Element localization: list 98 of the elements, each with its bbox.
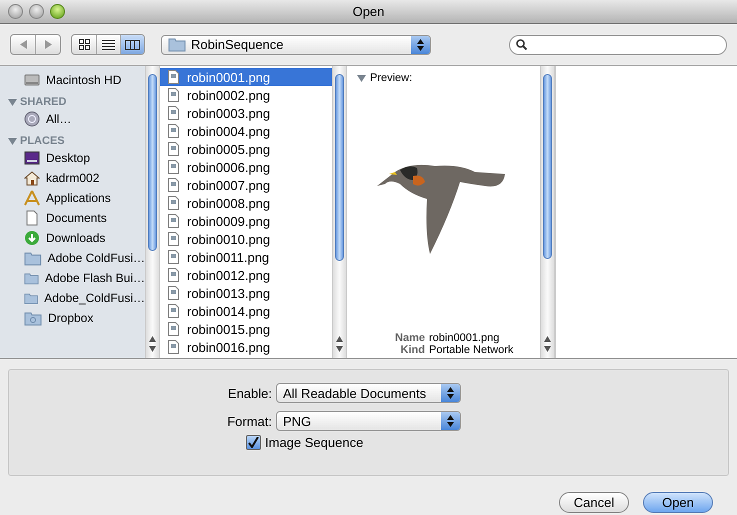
disclosure-triangle-icon[interactable]	[8, 98, 17, 106]
file-row[interactable]: robin0001.png	[160, 68, 332, 86]
folder-icon	[24, 270, 39, 286]
enable-popup[interactable]: All Readable Documents	[276, 383, 461, 403]
sidebar-item[interactable]: Adobe Flash Bui…	[0, 268, 145, 288]
file-row[interactable]: robin0011.png	[160, 248, 332, 266]
sidebar-item[interactable]: Adobe_ColdFusi…	[0, 288, 145, 308]
scroll-up-arrow-icon[interactable]	[544, 336, 551, 342]
image-file-icon	[168, 268, 179, 282]
disclosure-triangle-icon[interactable]	[357, 74, 366, 82]
sidebar-item[interactable]: kadrm002	[0, 168, 145, 188]
image-file-icon	[168, 70, 179, 84]
file-row[interactable]: robin0009.png	[160, 212, 332, 230]
file-row[interactable]: robin0013.png	[160, 284, 332, 302]
image-file-icon	[168, 160, 179, 174]
window-title: Open	[352, 4, 384, 19]
section-header: PLACES	[20, 135, 65, 147]
image-file-icon	[168, 322, 179, 336]
search-icon	[516, 39, 527, 50]
scroll-bar[interactable]	[332, 66, 347, 358]
field-label: Name	[394, 332, 425, 344]
format-popup[interactable]: PNG	[276, 411, 461, 431]
stepper-arrows-icon	[411, 36, 430, 54]
download-icon	[24, 230, 40, 246]
file-row[interactable]: robin0012.png	[160, 266, 332, 284]
scroll-bar[interactable]	[145, 66, 160, 358]
field-value: Portable Network	[429, 344, 514, 356]
zoom-button[interactable]	[50, 4, 65, 19]
file-row[interactable]: robin0004.png	[160, 122, 332, 140]
cancel-button[interactable]: Cancel	[559, 492, 629, 513]
image-file-icon	[168, 250, 179, 264]
folder-icon	[24, 290, 38, 306]
preview-header: Preview:	[370, 72, 412, 84]
image-file-icon	[168, 106, 179, 120]
image-file-icon	[168, 232, 179, 246]
file-row[interactable]: robin0002.png	[160, 86, 332, 104]
field-value: robin0001.png	[429, 332, 500, 344]
folder-icon	[168, 37, 186, 52]
file-row[interactable]: robin0006.png	[160, 158, 332, 176]
field-label: Kind	[400, 344, 425, 356]
file-row[interactable]: robin0016.png	[160, 338, 332, 356]
folder-icon	[24, 310, 42, 326]
file-row[interactable]: robin0015.png	[160, 320, 332, 338]
sidebar-item[interactable]: Downloads	[0, 228, 145, 248]
image-file-icon	[168, 142, 179, 156]
view-mode-button[interactable]	[120, 35, 144, 54]
scroll-bar[interactable]	[540, 66, 555, 358]
applications-icon	[24, 190, 40, 206]
close-button[interactable]	[8, 4, 23, 19]
location-popup[interactable]: RobinSequence	[161, 34, 431, 54]
view-mode-control[interactable]	[71, 34, 145, 55]
house-icon	[24, 170, 40, 186]
image-file-icon	[168, 196, 179, 210]
sidebar-item[interactable]: Desktop	[0, 148, 145, 168]
file-row[interactable]: robin0005.png	[160, 140, 332, 158]
sidebar-item[interactable]: Adobe ColdFusi…	[0, 248, 145, 268]
section-header: SHARED	[20, 96, 66, 108]
file-row[interactable]: robin0003.png	[160, 104, 332, 122]
list-view-icon	[102, 40, 115, 50]
stepper-arrows-icon	[441, 384, 460, 402]
open-button[interactable]: Open	[643, 492, 713, 513]
file-row[interactable]: robin0007.png	[160, 176, 332, 194]
image-file-icon	[168, 178, 179, 192]
back-forward-control[interactable]	[10, 34, 61, 55]
desktop-icon	[24, 150, 40, 166]
search-field[interactable]	[509, 34, 727, 54]
image-file-icon	[168, 124, 179, 138]
file-row[interactable]: robin0008.png	[160, 194, 332, 212]
format-label: Format:	[226, 414, 273, 428]
sidebar-item[interactable]: Dropbox	[0, 308, 145, 328]
scroll-down-arrow-icon[interactable]	[149, 346, 156, 352]
sidebar-item[interactable]: Documents	[0, 208, 145, 228]
scroll-down-arrow-icon[interactable]	[336, 346, 343, 352]
image-file-icon	[168, 286, 179, 300]
scroll-up-arrow-icon[interactable]	[149, 336, 156, 342]
document-icon	[24, 210, 40, 226]
grid-view-icon	[78, 39, 90, 50]
checkbox-label: Image Sequence	[265, 435, 364, 450]
minimize-button[interactable]	[29, 4, 44, 19]
disclosure-triangle-icon[interactable]	[8, 137, 17, 145]
file-row[interactable]: robin0010.png	[160, 230, 332, 248]
image-file-icon	[168, 88, 179, 102]
sidebar-item[interactable]: Applications	[0, 188, 145, 208]
folder-icon	[24, 250, 42, 266]
stepper-arrows-icon	[441, 412, 460, 430]
checkbox[interactable]	[246, 435, 261, 450]
sidebar-item[interactable]: All…	[0, 109, 145, 129]
forward-arrow-icon	[44, 40, 52, 49]
image-file-icon	[168, 340, 179, 354]
sidebar-item[interactable]: Macintosh HD	[0, 70, 145, 90]
column-view-icon	[125, 40, 140, 50]
back-arrow-icon	[20, 40, 26, 49]
scroll-up-arrow-icon[interactable]	[336, 336, 343, 342]
enable-label: Enable:	[226, 386, 273, 400]
image-file-icon	[168, 214, 179, 228]
file-row[interactable]: robin0014.png	[160, 302, 332, 320]
image-file-icon	[168, 304, 179, 318]
scroll-down-arrow-icon[interactable]	[544, 346, 551, 352]
